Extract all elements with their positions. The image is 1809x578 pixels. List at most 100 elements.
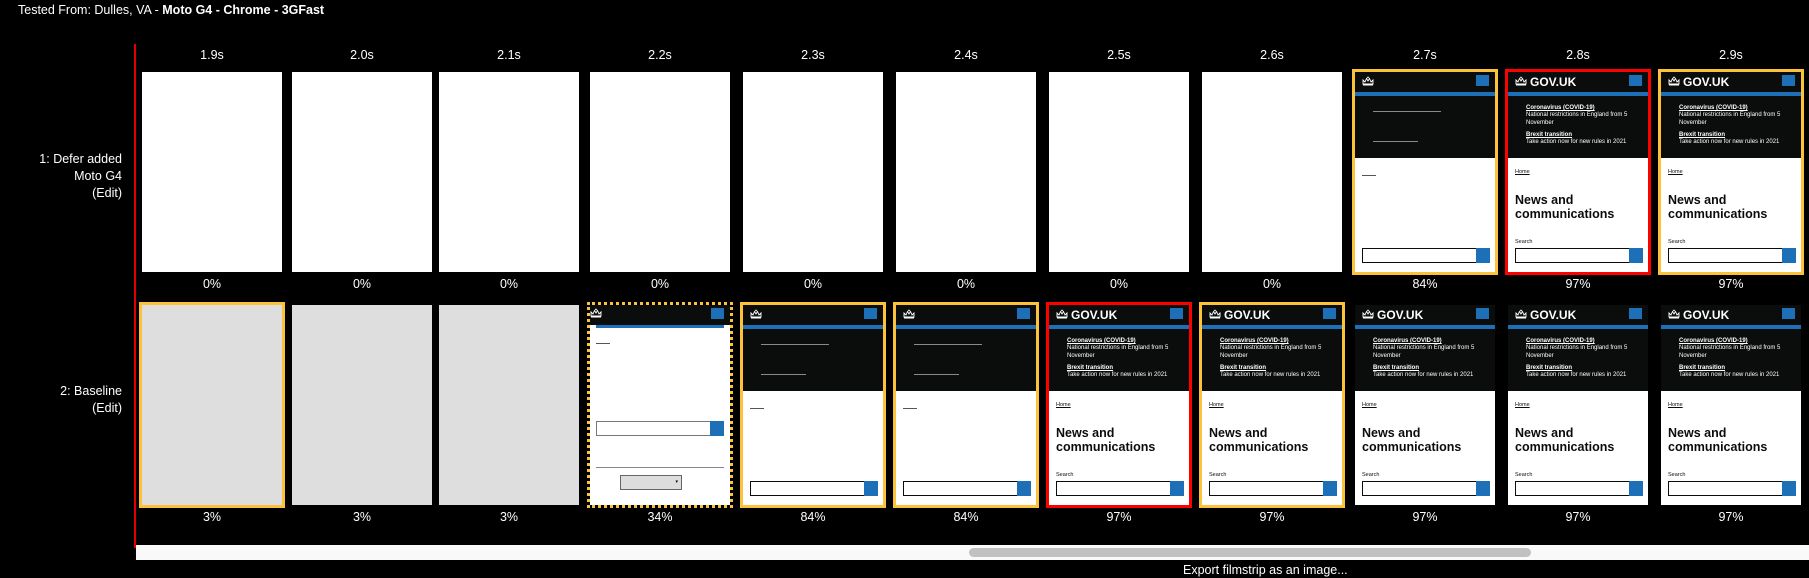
- banner-text-brexit: Take action now for new rules in 2021: [1526, 372, 1627, 378]
- govuk-header: [590, 305, 730, 325]
- breadcrumb-placeholder: [1362, 175, 1376, 176]
- filmstrip-frame[interactable]: GOV.UK Coronavirus (COVID-19) National res…: [1355, 305, 1495, 505]
- banner-text-covid: National restrictions in England from 5 …: [1373, 345, 1475, 359]
- menu-button: [864, 308, 877, 319]
- visual-complete-percent: 3%: [202, 510, 222, 524]
- row-2-edit-link[interactable]: (Edit): [0, 400, 122, 417]
- banner-placeholder-line: [914, 344, 982, 345]
- global-banner: Coronavirus (COVID-19) National restricti…: [1049, 329, 1189, 391]
- row-label-1-device: Moto G4: [74, 169, 122, 183]
- search-button: [1476, 481, 1490, 496]
- search-label: Search: [1668, 239, 1686, 245]
- search-button: [1782, 248, 1796, 263]
- visual-complete-percent: 0%: [1262, 277, 1282, 291]
- banner-link-brexit: Brexit transition: [1526, 365, 1573, 371]
- crown-icon: [1056, 309, 1068, 323]
- search-button: [1476, 248, 1490, 263]
- filmstrip-frame[interactable]: GOV.UK Coronavirus (COVID-19) National res…: [1505, 69, 1651, 275]
- search-button: [1629, 481, 1643, 496]
- filmstrip-frame[interactable]: [142, 72, 282, 272]
- govuk-header: [743, 305, 883, 325]
- breadcrumb-home: Home: [1056, 402, 1071, 408]
- banner-text-covid: National restrictions in England from 5 …: [1526, 112, 1628, 126]
- banner-link-covid: Coronavirus (COVID-19): [1679, 105, 1748, 111]
- page-title: News and communications: [1668, 426, 1768, 454]
- export-filmstrip-link[interactable]: Export filmstrip as an image...: [1183, 563, 1348, 577]
- menu-button: [1782, 75, 1795, 86]
- filmstrip-scrollbar-thumb[interactable]: [969, 548, 1531, 557]
- banner-text-brexit: Take action now for new rules in 2021: [1220, 372, 1321, 378]
- govuk-logo-text: GOV.UK: [1683, 75, 1730, 89]
- page-title: News and communications: [1362, 426, 1462, 454]
- breadcrumb-placeholder: [596, 343, 610, 344]
- banner-placeholder-line: [761, 344, 829, 345]
- filmstrip-frame[interactable]: ▾: [587, 302, 733, 508]
- global-banner: Coronavirus (COVID-19) National restricti…: [1355, 329, 1495, 391]
- filmstrip-frame[interactable]: [292, 305, 432, 505]
- visual-complete-percent: 3%: [352, 510, 372, 524]
- row-label-2-name: 2: Baseline: [60, 384, 122, 398]
- govuk-page-screenshot: GOV.UK Coronavirus (COVID-19) National res…: [1202, 305, 1342, 505]
- blank-frame: [1049, 72, 1189, 272]
- govuk-logo-text: GOV.UK: [1071, 308, 1118, 322]
- filmstrip-frame[interactable]: [590, 72, 730, 272]
- filmstrip-frame[interactable]: [139, 302, 285, 508]
- breadcrumb-home: Home: [1362, 402, 1377, 408]
- search-label: Search: [1209, 472, 1227, 478]
- menu-button: [1629, 75, 1642, 86]
- govuk-page-screenshot: GOV.UK Coronavirus (COVID-19) National res…: [1508, 305, 1648, 505]
- tested-from-config: Moto G4 - Chrome - 3GFast: [162, 3, 325, 17]
- filmstrip-frame[interactable]: [740, 302, 886, 508]
- govuk-page-skeleton: [743, 305, 883, 505]
- filmstrip-frame[interactable]: [1202, 72, 1342, 272]
- filmstrip-frame[interactable]: GOV.UK Coronavirus (COVID-19) National res…: [1199, 302, 1345, 508]
- time-label: 1.9s: [200, 48, 224, 62]
- breadcrumb-home: Home: [1668, 402, 1683, 408]
- visual-complete-percent: 3%: [499, 510, 519, 524]
- govuk-page-skeleton: [1355, 72, 1495, 272]
- crown-icon: [1362, 309, 1374, 323]
- global-banner: Coronavirus (COVID-19) National restricti…: [1508, 329, 1648, 391]
- filmstrip-frame[interactable]: GOV.UK Coronavirus (COVID-19) National res…: [1661, 305, 1801, 505]
- menu-button: [1476, 75, 1489, 86]
- filmstrip-frame[interactable]: [893, 302, 1039, 508]
- search-input: [1515, 481, 1630, 496]
- visual-complete-percent: 0%: [1109, 277, 1129, 291]
- search-input: [903, 481, 1018, 496]
- filmstrip-frame[interactable]: [896, 72, 1036, 272]
- filmstrip-frame[interactable]: GOV.UK Coronavirus (COVID-19) National res…: [1658, 69, 1804, 275]
- filmstrip-frame[interactable]: [1352, 69, 1498, 275]
- global-banner: Coronavirus (COVID-19) National restricti…: [1508, 96, 1648, 158]
- search-input: [1668, 248, 1783, 263]
- govuk-header: GOV.UK: [1661, 72, 1801, 92]
- row-1-edit-link[interactable]: (Edit): [0, 185, 122, 202]
- filmstrip-frame[interactable]: [439, 72, 579, 272]
- search-label: Search: [1056, 472, 1074, 478]
- filmstrip-frame[interactable]: GOV.UK Coronavirus (COVID-19) National res…: [1046, 302, 1192, 508]
- banner-link-brexit: Brexit transition: [1067, 365, 1114, 371]
- search-input: [1668, 481, 1783, 496]
- govuk-header: GOV.UK: [1508, 72, 1648, 92]
- filmstrip-frame[interactable]: [439, 305, 579, 505]
- govuk-logo-text: GOV.UK: [1530, 75, 1577, 89]
- search-button: [864, 481, 878, 496]
- banner-text-brexit: Take action now for new rules in 2021: [1526, 139, 1627, 145]
- time-label: 2.3s: [801, 48, 825, 62]
- visual-complete-percent: 84%: [1412, 277, 1438, 291]
- visual-complete-percent: 0%: [803, 277, 823, 291]
- filmstrip-frame[interactable]: GOV.UK Coronavirus (COVID-19) National res…: [1508, 305, 1648, 505]
- blank-frame: [439, 72, 579, 272]
- filmstrip-frame[interactable]: [1049, 72, 1189, 272]
- visual-complete-percent: 84%: [800, 510, 826, 524]
- menu-button: [1476, 308, 1489, 319]
- govuk-logo-text: GOV.UK: [1530, 308, 1577, 322]
- banner-link-covid: Coronavirus (COVID-19): [1220, 338, 1289, 344]
- crown-icon: [903, 309, 915, 323]
- timeline-position-marker[interactable]: [134, 44, 136, 548]
- filmstrip-frame[interactable]: [292, 72, 432, 272]
- search-input: [750, 481, 865, 496]
- time-label: 2.5s: [1107, 48, 1131, 62]
- govuk-page-screenshot: GOV.UK Coronavirus (COVID-19) National res…: [1508, 72, 1648, 272]
- filmstrip-frame[interactable]: [743, 72, 883, 272]
- crown-icon: [1515, 76, 1527, 90]
